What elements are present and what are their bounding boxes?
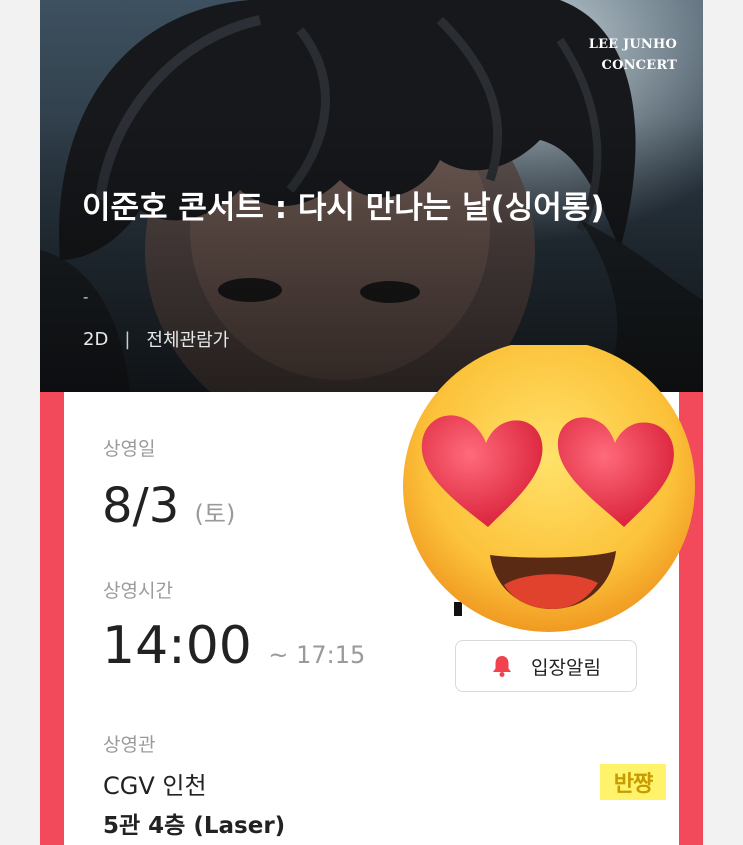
entry-alert-button[interactable]: 입장알림 (455, 640, 637, 692)
meta-separator: | (124, 328, 131, 350)
brand-line-2: CONCERT (601, 58, 677, 73)
time-label: 상영시간 (103, 580, 173, 602)
accent-stripe-left (40, 392, 64, 845)
movie-poster: LEE JUNHO CONCERT 이준호 콘서트 : 다시 만나는 날(싱어롱… (40, 0, 703, 392)
brand-line-1: LEE JUNHO (588, 37, 677, 52)
watermark-text: 반쨩 (600, 764, 666, 800)
date-day: (토) (194, 500, 236, 528)
format-label: 2D (83, 328, 109, 350)
rating-label: 전체관람가 (146, 330, 230, 351)
time-end: ~ 17:15 (268, 641, 366, 669)
time-display: 14:00 ~ 17:15 (102, 614, 365, 687)
heart-eyes-emoji-icon (403, 345, 695, 632)
theater-label: 상영관 (103, 734, 156, 756)
movie-meta: 2D | 전체관람가 (83, 326, 229, 352)
poster-brand-text: LEE JUNHO CONCERT (589, 34, 677, 76)
date-label: 상영일 (103, 438, 156, 460)
entry-alert-label: 입장알림 (531, 656, 601, 679)
theater-name: CGV 인천 (103, 772, 207, 800)
theater-hall: 5관 4층 (Laser) (103, 813, 286, 839)
date-value: 8/3 (102, 478, 180, 534)
date-display: 8/3 (토) (102, 476, 235, 544)
title-subline: - (83, 288, 89, 306)
movie-title: 이준호 콘서트 : 다시 만나는 날(싱어롱) (82, 190, 605, 226)
bell-icon (493, 656, 512, 677)
ticket-card: LEE JUNHO CONCERT 이준호 콘서트 : 다시 만나는 날(싱어롱… (40, 0, 703, 845)
time-start: 14:00 (102, 616, 252, 676)
